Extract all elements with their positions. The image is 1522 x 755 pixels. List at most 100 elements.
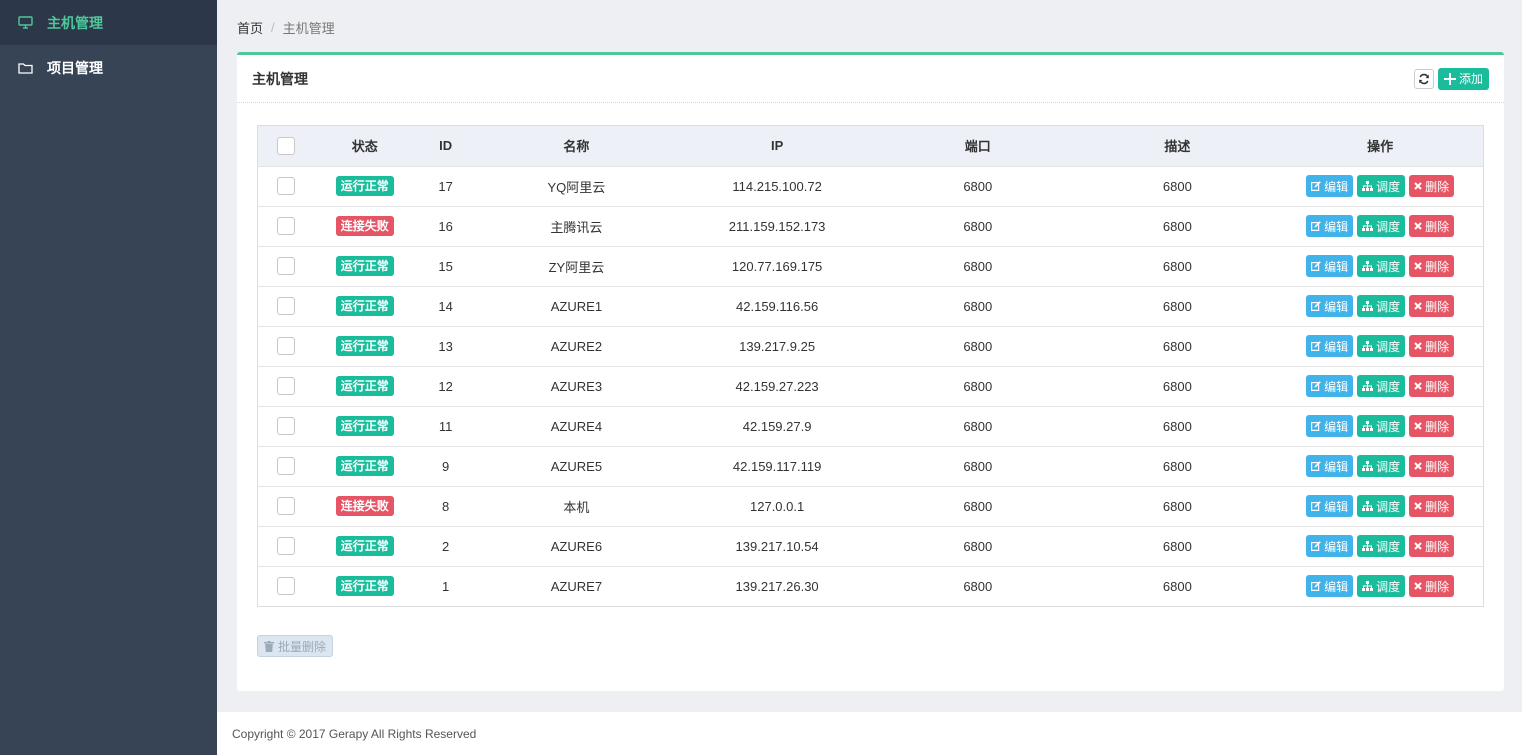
dispatch-button[interactable]: 调度 [1357, 575, 1406, 598]
row-checkbox[interactable] [277, 297, 296, 315]
select-all-checkbox[interactable] [277, 136, 296, 155]
edit-button[interactable]: 编辑 [1306, 415, 1354, 437]
cell-name: AZURE5 [550, 458, 603, 474]
dispatch-button[interactable]: 调度 [1357, 255, 1406, 277]
cell-ip: 42.159.116.56 [736, 298, 819, 314]
table-row: 连接失败 16 主腾讯云 211.159.152.173 6800 6800 编辑 调度 删除 [258, 206, 1483, 246]
edit-icon [1311, 341, 1321, 351]
row-checkbox[interactable] [277, 577, 296, 596]
sidebar-item-hosts[interactable]: 主机管理 [0, 0, 217, 45]
batch-delete-button[interactable]: 批量删除 [257, 635, 334, 657]
breadcrumb-current: 主机管理 [282, 21, 335, 36]
row-checkbox[interactable] [277, 457, 296, 475]
close-icon [1414, 302, 1422, 310]
edit-button[interactable]: 编辑 [1306, 335, 1354, 357]
cell-id: 2 [442, 538, 450, 554]
cell-ip: 42.159.117.119 [732, 458, 822, 474]
status-badge: 运行正常 [335, 376, 394, 396]
row-checkbox[interactable] [277, 177, 296, 195]
header-desc: 描述 [1164, 139, 1191, 155]
edit-button[interactable]: 编辑 [1306, 255, 1354, 277]
edit-button[interactable]: 编辑 [1306, 215, 1354, 237]
delete-button[interactable]: 删除 [1409, 335, 1455, 357]
delete-button[interactable]: 删除 [1409, 415, 1455, 437]
cell-name: 本机 [563, 499, 590, 515]
delete-label: 删除 [1425, 299, 1450, 314]
edit-icon [1311, 381, 1321, 391]
cell-desc: 6800 [1162, 418, 1192, 434]
dispatch-button[interactable]: 调度 [1357, 495, 1406, 517]
delete-button[interactable]: 删除 [1409, 495, 1455, 517]
close-icon [1414, 182, 1422, 190]
dispatch-button[interactable]: 调度 [1357, 375, 1406, 397]
dispatch-button[interactable]: 调度 [1357, 295, 1406, 317]
add-button[interactable]: 添加 [1437, 67, 1489, 90]
status-badge: 运行正常 [335, 416, 394, 436]
edit-label: 编辑 [1324, 179, 1349, 194]
cell-desc: 6800 [1162, 538, 1192, 554]
cell-id: 16 [438, 218, 453, 234]
row-checkbox[interactable] [277, 537, 296, 555]
edit-button[interactable]: 编辑 [1306, 495, 1354, 517]
delete-button[interactable]: 删除 [1409, 175, 1455, 197]
dispatch-button[interactable]: 调度 [1357, 175, 1406, 197]
row-actions: 编辑 调度 删除 [1306, 255, 1455, 277]
delete-button[interactable]: 删除 [1409, 375, 1455, 397]
row-checkbox[interactable] [277, 417, 296, 435]
table-row: 运行正常 17 YQ阿里云 114.215.100.72 6800 6800 编辑 调度 删除 [258, 166, 1483, 206]
edit-button[interactable]: 编辑 [1306, 455, 1354, 477]
cell-name: 主腾讯云 [550, 219, 603, 235]
dispatch-button[interactable]: 调度 [1357, 455, 1406, 477]
cell-ip: 211.159.152.173 [728, 218, 826, 234]
breadcrumb: 首页 / 主机管理 [237, 18, 335, 37]
copyright-text: Copyright © 2017 Gerapy All Rights Reser… [232, 726, 477, 741]
status-badge: 运行正常 [335, 576, 394, 597]
edit-icon [1311, 181, 1321, 191]
dispatch-button[interactable]: 调度 [1357, 415, 1406, 437]
cell-port: 6800 [963, 338, 993, 354]
dispatch-button[interactable]: 调度 [1357, 215, 1406, 237]
refresh-button[interactable] [1413, 68, 1434, 89]
delete-button[interactable]: 删除 [1409, 575, 1455, 598]
row-actions: 编辑 调度 删除 [1306, 495, 1455, 517]
row-checkbox[interactable] [277, 337, 296, 355]
sitemap-icon [1362, 581, 1374, 592]
edit-button[interactable]: 编辑 [1306, 575, 1354, 598]
row-checkbox[interactable] [277, 377, 296, 395]
cell-desc: 6800 [1162, 458, 1192, 474]
breadcrumb-home[interactable]: 首页 [237, 18, 263, 37]
edit-button[interactable]: 编辑 [1306, 535, 1354, 557]
row-checkbox[interactable] [277, 217, 296, 235]
cell-id: 8 [442, 498, 450, 514]
dispatch-label: 调度 [1376, 219, 1401, 234]
close-icon [1414, 222, 1422, 230]
cell-name: AZURE6 [550, 538, 603, 554]
delete-button[interactable]: 删除 [1409, 255, 1455, 277]
dispatch-label: 调度 [1376, 499, 1401, 514]
sitemap-icon [1362, 381, 1374, 391]
edit-label: 编辑 [1324, 339, 1349, 354]
breadcrumb-separator: / [271, 20, 275, 35]
cell-ip: 139.217.9.25 [739, 338, 816, 354]
delete-button[interactable]: 删除 [1409, 215, 1455, 237]
cell-desc: 6800 [1162, 498, 1192, 514]
sitemap-icon [1362, 461, 1374, 471]
dispatch-button[interactable]: 调度 [1357, 335, 1406, 357]
cell-port: 6800 [963, 258, 993, 274]
dispatch-button[interactable]: 调度 [1357, 535, 1406, 557]
card-title: 主机管理 [252, 70, 308, 87]
delete-button[interactable]: 删除 [1409, 455, 1455, 477]
row-checkbox[interactable] [277, 257, 296, 275]
edit-button[interactable]: 编辑 [1306, 175, 1354, 197]
sidebar-item-projects[interactable]: 项目管理 [0, 45, 217, 90]
row-checkbox[interactable] [277, 497, 296, 515]
cell-desc: 6800 [1162, 298, 1192, 314]
refresh-icon [1419, 73, 1429, 84]
delete-button[interactable]: 删除 [1409, 535, 1455, 557]
edit-button[interactable]: 编辑 [1306, 375, 1354, 397]
cell-ip: 42.159.27.223 [735, 378, 819, 394]
dispatch-label: 调度 [1376, 179, 1401, 194]
table-row: 运行正常 12 AZURE3 42.159.27.223 6800 6800 编辑 调度 删除 [258, 366, 1483, 406]
edit-button[interactable]: 编辑 [1306, 295, 1354, 317]
delete-button[interactable]: 删除 [1409, 295, 1455, 317]
